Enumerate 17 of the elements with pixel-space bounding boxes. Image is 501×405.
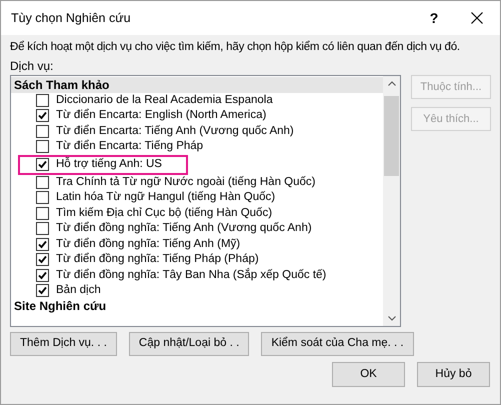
group-header[interactable]: Sách Tham khảo <box>11 77 383 92</box>
dialog-button[interactable]: Hủy bỏ <box>417 362 490 387</box>
service-label: Bản dịch <box>56 283 101 298</box>
services-label: Dịch vụ: <box>10 59 54 73</box>
dialog-button[interactable]: Thêm Dịch vụ. . . <box>10 332 117 356</box>
window-title: Tùy chọn Nghiên cứu <box>11 10 132 27</box>
dialog-button[interactable]: Kiểm soát của Cha mẹ. . . <box>261 332 414 356</box>
service-row[interactable]: Từ điển Encarta: Tiếng Pháp <box>33 139 204 154</box>
service-label: Hỗ trợ tiếng Anh: US <box>56 156 162 172</box>
dialog-button[interactable]: OK <box>332 362 405 387</box>
help-button[interactable]: ? <box>414 1 454 35</box>
dialog-button[interactable]: Cập nhật/Loại bỏ . . <box>128 332 250 356</box>
instruction-text: Để kích hoạt một dịch vụ cho việc tìm kiếm, hãy chọn hộp kiểm có liên quan đến dịch vụ đó. <box>10 40 460 54</box>
service-label: Từ điển Encarta: Tiếng Pháp <box>56 138 204 154</box>
service-row[interactable]: Hỗ trợ tiếng Anh: US <box>18 154 188 174</box>
service-row[interactable]: Bản dịch <box>33 283 101 298</box>
group-header[interactable]: Site Nghiên cứu <box>11 298 383 314</box>
